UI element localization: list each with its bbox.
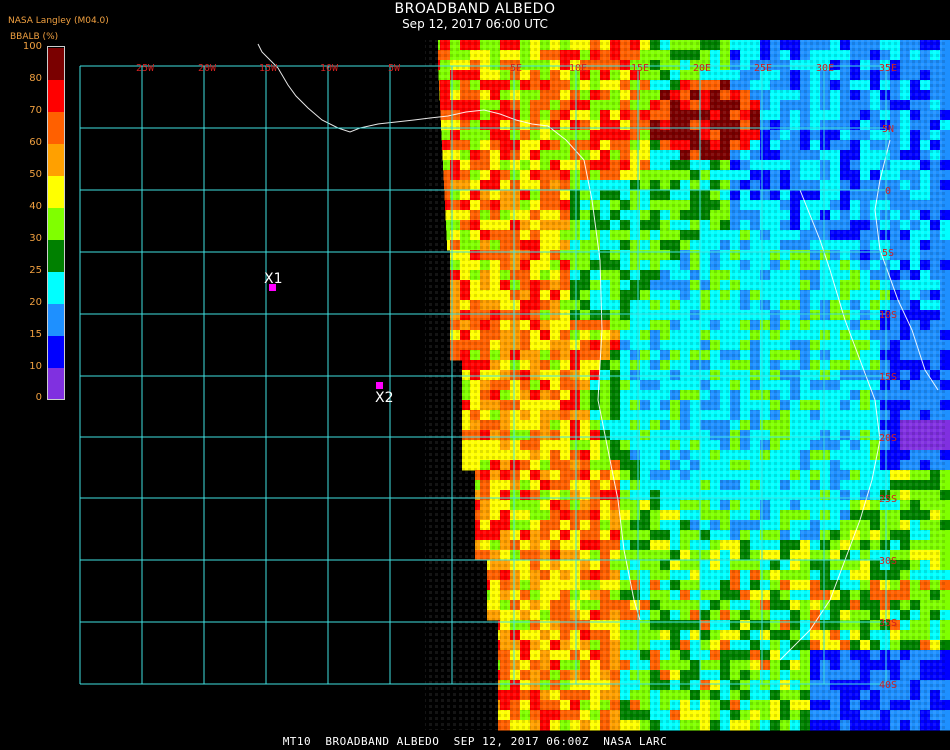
- lon-label: 25E: [754, 63, 772, 74]
- lon-label: 20E: [693, 63, 711, 74]
- lat-label: 15S: [879, 372, 897, 383]
- site-marker-label: X1: [264, 271, 283, 287]
- lat-label: 0: [885, 186, 891, 197]
- lat-label: 40S: [879, 680, 897, 691]
- footer-caption: MT10 BROADBAND ALBEDO SEP 12, 2017 06:00…: [282, 735, 668, 748]
- lon-label: 20W: [198, 63, 217, 74]
- site-markers: X1 X2: [264, 271, 394, 406]
- lon-label: 30E: [816, 63, 834, 74]
- lon-label: 5E: [510, 63, 522, 74]
- lat-label: 5N: [882, 124, 894, 135]
- site-marker-label: X2: [375, 390, 394, 406]
- lat-label: 10S: [879, 310, 897, 321]
- lat-label: 20S: [879, 433, 897, 444]
- satellite-imagery-layer: [425, 40, 950, 731]
- albedo-satellite-map: 25W 20W 15W 10W 5W 5E 10E 15E 20E 25E 30E 35E 5N 0 5S 1…: [79, 40, 950, 731]
- lat-label: 5S: [882, 248, 894, 259]
- lon-label: 15E: [631, 63, 649, 74]
- lon-label: 10W: [320, 63, 339, 74]
- lat-label: 30S: [879, 556, 897, 567]
- lon-label: 35E: [879, 63, 897, 74]
- lat-label: 25S: [879, 494, 897, 505]
- site-marker: [376, 382, 383, 389]
- lon-label: 15W: [259, 63, 278, 74]
- lat-label: 35S: [879, 618, 897, 629]
- lon-label: 5W: [388, 63, 401, 74]
- lon-label: 25W: [136, 63, 155, 74]
- lon-label: 10E: [569, 63, 587, 74]
